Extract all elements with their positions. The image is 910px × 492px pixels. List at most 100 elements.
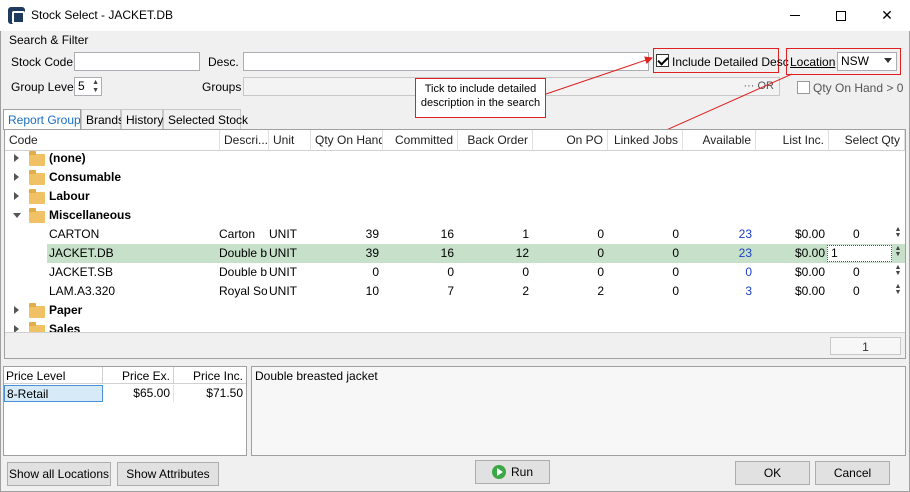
collapse-icon[interactable] [13, 213, 21, 218]
group-row-labour[interactable]: Labour [5, 187, 905, 206]
group-label: Consumable [49, 170, 122, 184]
selected-count: 1 [830, 337, 901, 355]
stock-grid: Code Descri... Unit Qty On Hand Committe… [4, 129, 906, 359]
column-header-code[interactable]: Code [5, 130, 220, 151]
expand-icon[interactable] [14, 154, 19, 162]
folder-icon [29, 170, 45, 185]
description-pane: Double breasted jacket [251, 366, 906, 456]
cell-unit: UNIT [269, 265, 297, 279]
qty-spinner-icon[interactable]: ▲ ▼ [894, 283, 902, 296]
table-row[interactable]: JACKET.DB Double br UNIT 39 16 12 0 0 23… [5, 244, 905, 263]
column-header-select-qty[interactable]: Select Qty [829, 130, 905, 151]
expand-icon[interactable] [14, 325, 19, 332]
run-button[interactable]: Run [475, 460, 550, 484]
column-header-unit[interactable]: Unit [269, 130, 311, 151]
cancel-button[interactable]: Cancel [815, 461, 890, 485]
table-row[interactable]: CARTON Carton UNIT 39 16 1 0 0 23 $0.00 … [5, 225, 905, 244]
expand-icon[interactable] [14, 306, 19, 314]
tab-label: Report Groups [8, 113, 87, 127]
folder-icon [29, 189, 45, 204]
cell-linked-jobs: 0 [672, 265, 679, 279]
cell-back-order: 0 [522, 265, 529, 279]
tab-brands[interactable]: Brands [81, 109, 125, 129]
folder-icon [29, 208, 45, 223]
select-qty-input[interactable]: 1 [827, 245, 892, 262]
cell-desc: Royal So [219, 284, 267, 298]
column-header-price-inc[interactable]: Price Inc. [174, 367, 246, 384]
group-row-consumable[interactable]: Consumable [5, 168, 905, 187]
expand-icon[interactable] [14, 192, 19, 200]
group-row-miscellaneous[interactable]: Miscellaneous [5, 206, 905, 225]
cell-list-inc: $0.00 [794, 246, 825, 260]
cell-committed: 0 [447, 265, 454, 279]
cell-available: 23 [738, 246, 752, 260]
column-header-list-inc[interactable]: List Inc. [756, 130, 829, 151]
expand-icon[interactable] [14, 173, 19, 181]
column-header-linked-jobs[interactable]: Linked Jobs [608, 130, 683, 151]
tab-label: Selected Stock [168, 113, 249, 127]
column-header-description[interactable]: Descri... [220, 130, 269, 151]
cell-code: JACKET.DB [49, 246, 114, 260]
cell-qty: 10 [365, 284, 379, 298]
cell-on-po: 2 [597, 284, 604, 298]
price-table: Price Level Price Ex. Price Inc. 8-Retai… [3, 366, 247, 456]
cell-qty: 39 [365, 227, 379, 241]
cell-desc: Double br [219, 246, 267, 260]
play-icon [491, 465, 506, 479]
column-header-available[interactable]: Available [683, 130, 756, 151]
folder-icon [29, 303, 45, 318]
column-header-qty-on-hand[interactable]: Qty On Hand [311, 130, 383, 151]
ok-button[interactable]: OK [735, 461, 810, 485]
price-ex-cell: $65.00 [103, 385, 174, 402]
cell-desc: Double br [219, 265, 267, 279]
group-label: Labour [49, 189, 90, 203]
qty-spinner-icon[interactable]: ▲ ▼ [894, 226, 902, 239]
arrow-to-checkbox [545, 56, 653, 95]
qty-spinner-icon[interactable]: ▲ ▼ [894, 245, 902, 258]
cell-list-inc: $0.00 [794, 227, 825, 241]
cell-committed: 16 [440, 227, 454, 241]
cell-unit: UNIT [269, 227, 297, 241]
tab-history[interactable]: History [121, 109, 163, 129]
column-header-on-po[interactable]: On PO [533, 130, 608, 151]
tab-label: Brands [86, 113, 125, 127]
tab-label: History [126, 113, 164, 127]
table-row[interactable]: JACKET.SB Double br UNIT 0 0 0 0 0 0 $0.… [5, 263, 905, 282]
cell-select-qty[interactable]: 0 [853, 227, 860, 241]
run-label: Run [510, 465, 533, 479]
show-attributes-button[interactable]: Show Attributes [117, 462, 219, 486]
group-row-none[interactable]: (none) [5, 149, 905, 168]
cell-linked-jobs: 0 [672, 246, 679, 260]
cell-unit: UNIT [269, 284, 297, 298]
column-header-price-ex[interactable]: Price Ex. [103, 367, 174, 384]
column-header-price-level[interactable]: Price Level [4, 367, 103, 384]
cell-back-order: 2 [522, 284, 529, 298]
cell-back-order: 12 [515, 246, 529, 260]
column-header-committed[interactable]: Committed [383, 130, 458, 151]
price-level-cell[interactable]: 8-Retail [4, 385, 103, 402]
tab-selected-stock[interactable]: Selected Stock [163, 109, 248, 129]
cell-back-order: 1 [522, 227, 529, 241]
folder-icon [29, 151, 45, 166]
group-row-paper[interactable]: Paper [5, 301, 905, 320]
cell-linked-jobs: 0 [672, 227, 679, 241]
cell-qty: 39 [365, 246, 379, 260]
cell-list-inc: $0.00 [794, 265, 825, 279]
group-row-sales[interactable]: Sales [5, 320, 905, 332]
column-header-back-order[interactable]: Back Order [458, 130, 533, 151]
cell-select-qty[interactable]: 0 [853, 265, 860, 279]
group-label: (none) [49, 151, 86, 165]
tab-report-groups[interactable]: Report Groups [3, 109, 87, 130]
cell-code: CARTON [49, 227, 100, 241]
cell-on-po: 0 [597, 265, 604, 279]
show-all-locations-button[interactable]: Show all Locations [7, 462, 111, 486]
grid-footer: 1 [5, 332, 905, 358]
folder-icon [29, 322, 45, 332]
cell-available: 0 [745, 265, 752, 279]
qty-spinner-icon[interactable]: ▲ ▼ [894, 264, 902, 277]
table-row[interactable]: LAM.A3.320 Royal So UNIT 10 7 2 2 0 3 $0… [5, 282, 905, 301]
cell-qty: 0 [372, 265, 379, 279]
cell-on-po: 0 [597, 246, 604, 260]
cell-select-qty[interactable]: 0 [853, 284, 860, 298]
cell-code: JACKET.SB [49, 265, 114, 279]
